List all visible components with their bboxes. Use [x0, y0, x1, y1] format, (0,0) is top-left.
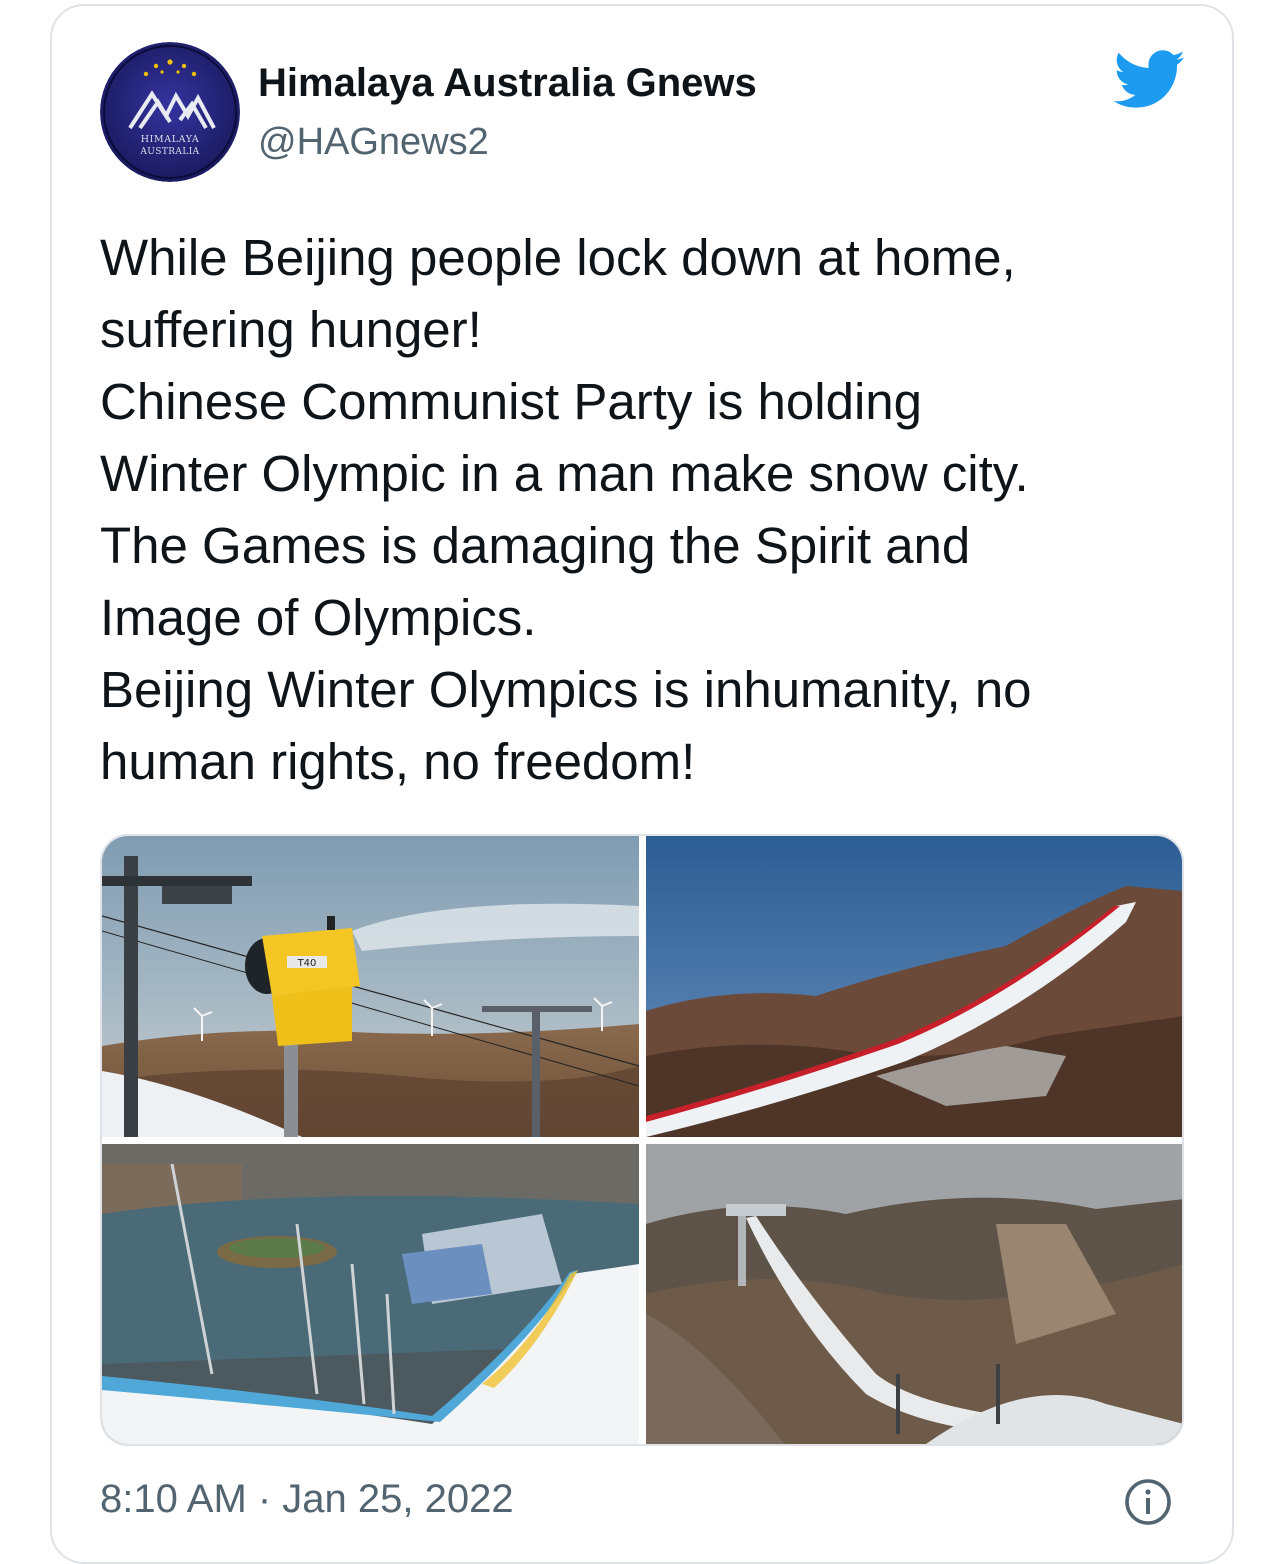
tweet-timestamp[interactable]: 8:10 AM · Jan 25, 2022 — [100, 1474, 514, 1524]
himalaya-logo-icon: HIMALAYA AUSTRALIA — [100, 42, 240, 182]
ski-jump-photo[interactable] — [646, 1144, 1182, 1444]
svg-text:T40: T40 — [297, 958, 317, 969]
tweet-text-line: human rights, no freedom! — [100, 733, 696, 790]
author-display-name[interactable]: Himalaya Australia Gnews — [258, 58, 757, 108]
ski-slope-photo[interactable] — [646, 836, 1182, 1137]
tweet-text-line: Winter Olympic in a man make snow city. — [100, 445, 1029, 502]
tweet-text-line: The Games is damaging the Spirit and — [100, 517, 971, 574]
tweet-text: While Beijing people lock down at home, … — [100, 222, 1210, 798]
big-air-venue-photo[interactable] — [102, 1144, 639, 1444]
info-icon[interactable] — [1124, 1478, 1172, 1526]
svg-text:AUSTRALIA: AUSTRALIA — [139, 147, 199, 157]
twitter-bird-icon[interactable] — [1113, 50, 1186, 110]
tweet-text-line: Image of Olympics. — [100, 589, 537, 646]
snow-cannon-photo[interactable]: T40 — [102, 836, 639, 1137]
tweet-text-line: While Beijing people lock down at home, — [100, 229, 1016, 286]
tweet-text-line: Chinese Communist Party is holding — [100, 373, 923, 430]
tweet-text-line: Beijing Winter Olympics is inhumanity, n… — [100, 661, 1032, 718]
avatar[interactable]: HIMALAYA AUSTRALIA — [100, 42, 240, 182]
media-grid: T40 — [100, 834, 1184, 1446]
svg-text:HIMALAYA: HIMALAYA — [141, 134, 200, 145]
author-handle[interactable]: @HAGnews2 — [258, 118, 489, 166]
tweet-text-line: suffering hunger! — [100, 301, 482, 358]
